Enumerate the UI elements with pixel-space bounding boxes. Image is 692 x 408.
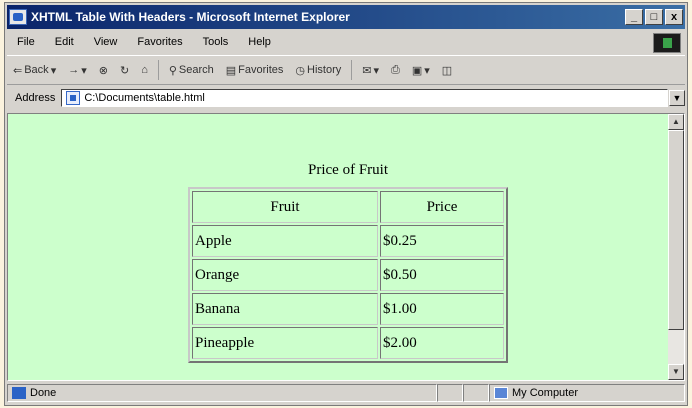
menu-view[interactable]: View [84,36,128,48]
maximize-button[interactable]: □ [645,9,663,25]
address-value[interactable]: C:\Documents\table.html [84,92,204,104]
favorites-label: Favorites [238,64,284,76]
search-button[interactable]: ⚲ Search [163,64,220,77]
header-price: Price [380,191,504,223]
chevron-down-icon: ▾ [50,64,57,77]
price-cell: $0.50 [380,259,504,291]
standard-toolbar: ⇐ Back ▾ → ▾ ⊗ ↻ ⌂ ⚲ Search ▤ Favorites … [7,55,685,85]
window-title: XHTML Table With Headers - Microsoft Int… [31,10,350,24]
price-cell: $2.00 [380,327,504,359]
home-icon: ⌂ [141,64,148,76]
ie-app-icon[interactable] [9,9,27,25]
search-icon: ⚲ [168,64,177,77]
table-row: Apple $0.25 [192,225,504,257]
computer-icon [494,387,508,399]
search-label: Search [178,64,214,76]
back-button[interactable]: ⇐ Back ▾ [7,64,62,77]
chevron-down-icon: ▾ [424,64,430,77]
history-icon: ◷ [295,64,306,77]
zone-text: My Computer [512,387,579,399]
menu-edit[interactable]: Edit [45,36,84,48]
back-arrow-icon: ⇐ [13,64,23,77]
forward-arrow-icon: → [68,64,80,76]
chevron-down-icon: ▾ [81,64,87,77]
forward-button[interactable]: → ▾ [62,64,93,77]
address-label: Address [15,92,56,104]
price-cell: $0.25 [380,225,504,257]
scroll-down-button[interactable]: ▼ [668,364,684,380]
menu-file[interactable]: File [7,36,45,48]
menu-help[interactable]: Help [238,36,281,48]
fruit-cell: Apple [192,225,378,257]
fruit-cell: Pineapple [192,327,378,359]
page-content: Price of Fruit Fruit Price Apple $0.25 O… [7,113,685,381]
favorites-button[interactable]: ▤ Favorites [220,64,290,77]
fruit-cell: Orange [192,259,378,291]
address-dropdown-button[interactable]: ▼ [669,90,685,106]
table-row: Banana $1.00 [192,293,504,325]
header-fruit: Fruit [192,191,378,223]
scroll-thumb[interactable] [668,130,684,330]
minimize-button[interactable]: _ [625,9,643,25]
vertical-scrollbar[interactable]: ▲ ▼ [668,114,684,380]
stop-button[interactable]: ⊗ [93,64,114,77]
fruit-table-container: Price of Fruit Fruit Price Apple $0.25 O… [188,162,508,363]
stop-icon: ⊗ [98,64,108,77]
table-header-row: Fruit Price [192,191,504,223]
status-pane-empty [437,384,463,402]
favorites-icon: ▤ [225,64,237,77]
price-cell: $1.00 [380,293,504,325]
address-bar: Address C:\Documents\table.html ▼ [7,85,685,111]
browser-window: XHTML Table With Headers - Microsoft Int… [4,2,688,406]
toolbar-separator [157,60,159,80]
title-bar[interactable]: XHTML Table With Headers - Microsoft Int… [7,5,685,29]
refresh-button[interactable]: ↻ [114,64,135,77]
status-bar: Done My Computer [7,383,685,403]
fruit-price-table: Fruit Price Apple $0.25 Orange $0.50 Ban… [188,187,508,363]
print-button[interactable]: ⎙ [385,64,406,77]
status-text: Done [30,387,57,399]
table-row: Pineapple $2.00 [192,327,504,359]
mail-button[interactable]: ✉ ▾ [356,64,385,77]
home-button[interactable]: ⌂ [135,64,154,76]
menu-favorites[interactable]: Favorites [127,36,192,48]
close-button[interactable]: x [665,9,683,25]
status-pane-empty [463,384,489,402]
mail-icon: ✉ [362,64,372,77]
status-main-pane: Done [7,384,437,402]
menu-bar: File Edit View Favorites Tools Help [7,31,685,53]
discuss-button[interactable]: ◫ [436,64,458,77]
back-label: Back [24,64,49,76]
print-icon: ⎙ [391,63,400,76]
scroll-up-button[interactable]: ▲ [668,114,684,130]
refresh-icon: ↻ [119,64,130,77]
edit-button[interactable]: ▣ ▾ [406,64,436,77]
chevron-down-icon: ▾ [373,64,380,77]
address-input[interactable]: C:\Documents\table.html [61,89,668,107]
table-caption: Price of Fruit [308,162,388,178]
history-button[interactable]: ◷ History [289,64,347,77]
page-icon [66,91,81,105]
history-label: History [307,64,342,76]
fruit-cell: Banana [192,293,378,325]
toolbar-separator [351,60,353,80]
page-done-icon [12,387,26,399]
discuss-icon: ◫ [441,64,453,77]
security-zone-pane: My Computer [489,384,685,402]
windows-logo-icon [653,33,681,53]
menu-tools[interactable]: Tools [193,36,239,48]
edit-icon: ▣ [411,64,423,77]
table-row: Orange $0.50 [192,259,504,291]
